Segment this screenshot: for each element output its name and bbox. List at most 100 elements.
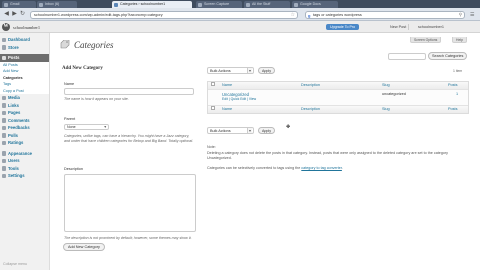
- page-title: Categories: [74, 40, 114, 50]
- sidebar-item-polls[interactable]: Polls: [0, 132, 49, 140]
- column-posts[interactable]: Posts: [448, 106, 458, 113]
- category-post-count[interactable]: 1: [456, 92, 458, 96]
- sidebar-item-settings[interactable]: Settings: [0, 172, 49, 180]
- wordpress-logo-icon[interactable]: W: [2, 23, 10, 31]
- browser-tab[interactable]: Google Docs: [292, 1, 338, 8]
- parent-select[interactable]: None ▼: [64, 124, 109, 130]
- google-g-icon: g: [308, 13, 311, 18]
- sidebar-item-users[interactable]: Users: [0, 157, 49, 165]
- help-tab[interactable]: Help: [452, 37, 467, 43]
- sidebar-item-pages[interactable]: Pages: [0, 109, 49, 117]
- links-icon: [1, 103, 6, 108]
- new-post-button[interactable]: New Post: [388, 24, 410, 30]
- note-title: Note:: [207, 145, 216, 149]
- items-count: 1 item: [453, 69, 463, 73]
- sidebar-item-links[interactable]: Links: [0, 102, 49, 110]
- search-icon[interactable]: ⚲: [459, 12, 462, 18]
- browser-search-field[interactable]: g tags or categories wordpress ⚲: [305, 11, 465, 19]
- collapse-menu-link[interactable]: Collapse menu: [3, 262, 27, 266]
- tab-favicon-icon: [39, 3, 43, 7]
- column-posts[interactable]: Posts: [448, 82, 458, 89]
- apply-button-bottom[interactable]: Apply: [258, 127, 275, 134]
- apply-button[interactable]: Apply: [258, 67, 275, 74]
- sidebar-item-appearance[interactable]: Appearance: [0, 150, 49, 158]
- comments-icon: [1, 118, 6, 123]
- sidebar-item-dashboard[interactable]: Dashboard: [0, 36, 49, 44]
- bookmark-star-icon[interactable]: ☆: [291, 12, 295, 18]
- column-slug[interactable]: Slug: [382, 106, 390, 113]
- sidebar-item-media[interactable]: Media: [0, 94, 49, 102]
- browser-tab[interactable]: Gmail: [2, 1, 36, 8]
- chevron-down-icon: ▼: [247, 128, 252, 133]
- feedbacks-icon: [1, 125, 6, 130]
- select-all-checkbox[interactable]: [211, 82, 215, 86]
- tab-favicon-icon: [246, 3, 250, 7]
- add-category-heading: Add New Category: [62, 66, 103, 71]
- row-actions[interactable]: Edit | Quick Edit | View: [222, 97, 256, 101]
- tools-icon: [1, 166, 6, 171]
- sidebar-item-posts[interactable]: Posts: [0, 54, 49, 62]
- media-icon: [1, 95, 6, 100]
- name-help-text: The name is how it appears on your site.: [64, 97, 129, 101]
- categories-icon: [60, 40, 70, 49]
- chevron-down-icon: ▼: [103, 125, 107, 129]
- bulk-actions-select-bottom[interactable]: Bulk Actions ▼: [207, 127, 254, 134]
- browser-tab[interactable]: Screen Capture: [196, 1, 242, 8]
- table-row: Uncategorized Edit | Quick Edit | View u…: [208, 89, 468, 106]
- category-search-input[interactable]: [388, 53, 426, 60]
- site-name-link[interactable]: schoolnumber1: [13, 25, 40, 30]
- address-bar[interactable]: schoolnumber1.wordpress.com/wp-admin/edi…: [30, 11, 298, 19]
- browser-menu-icon[interactable]: ☰: [470, 12, 476, 18]
- dashboard-icon: [1, 37, 6, 42]
- user-menu[interactable]: schoolnumber1: [418, 24, 444, 30]
- parent-label: Parent: [64, 117, 76, 121]
- tab-favicon-icon: [114, 3, 118, 7]
- description-label: Description: [64, 167, 83, 171]
- note-converter-text: Categories can be selectively converted …: [207, 166, 343, 170]
- note-delete-text: Deleting a category does not delete the …: [207, 151, 448, 160]
- description-textarea[interactable]: [64, 174, 196, 232]
- upgrade-button[interactable]: Upgrade To Pro: [326, 24, 360, 30]
- category-slug: uncategorized: [382, 92, 406, 96]
- admin-sidebar: Dashboard Store Posts All Posts Add New …: [0, 33, 50, 270]
- browser-tab[interactable]: Inbox (6): [37, 1, 77, 8]
- column-description[interactable]: Description: [301, 106, 320, 113]
- tab-favicon-icon: [4, 3, 8, 7]
- sidebar-item-store[interactable]: Store: [0, 44, 49, 52]
- sidebar-item-ratings[interactable]: Ratings: [0, 139, 49, 147]
- wp-admin-bar: W schoolnumber1 Upgrade To Pro New Post …: [0, 21, 480, 33]
- browser-tab[interactable]: All the Stuff: [244, 1, 290, 8]
- column-name[interactable]: Name: [222, 106, 232, 113]
- table-header: Name Description Slug Posts: [208, 82, 468, 89]
- categories-table: Name Description Slug Posts Uncategorize…: [207, 81, 469, 114]
- bulk-actions-select[interactable]: Bulk Actions ▼: [207, 67, 254, 74]
- users-icon: [1, 158, 6, 163]
- sidebar-item-comments[interactable]: Comments: [0, 117, 49, 125]
- name-label: Name: [64, 82, 75, 86]
- column-description[interactable]: Description: [301, 82, 320, 89]
- select-all-checkbox[interactable]: [211, 106, 215, 110]
- tab-favicon-icon: [198, 3, 202, 7]
- chevron-down-icon: ▼: [247, 68, 252, 73]
- back-arrow-icon[interactable]: ◀: [3, 11, 10, 18]
- category-to-tag-converter-link[interactable]: category to tag converter: [301, 166, 342, 170]
- sidebar-item-tools[interactable]: Tools: [0, 165, 49, 173]
- pages-icon: [1, 110, 6, 115]
- table-footer: Name Description Slug Posts: [208, 106, 468, 113]
- mouse-cursor-icon: ✥: [286, 124, 291, 130]
- search-categories-button[interactable]: Search Categories: [428, 52, 468, 60]
- settings-icon: [1, 173, 6, 178]
- sidebar-item-feedbacks[interactable]: Feedbacks: [0, 124, 49, 132]
- browser-tab-active[interactable]: Categories › schoolnumber1: [112, 1, 192, 8]
- forward-arrow-icon[interactable]: ▶: [11, 11, 18, 18]
- polls-icon: [1, 133, 6, 138]
- screen-options-tab[interactable]: Screen Options: [410, 37, 442, 43]
- browser-tab-strip: Gmail Inbox (6) Categories › schoolnumbe…: [0, 0, 480, 8]
- reload-icon[interactable]: ↻: [19, 11, 26, 18]
- posts-icon: [1, 55, 6, 60]
- parent-help-text: Categories, unlike tags, can have a hier…: [64, 134, 194, 143]
- column-slug[interactable]: Slug: [382, 82, 390, 89]
- column-name[interactable]: Name: [222, 82, 232, 89]
- add-new-category-button[interactable]: Add New Category: [63, 243, 105, 251]
- category-name-field[interactable]: [64, 88, 194, 95]
